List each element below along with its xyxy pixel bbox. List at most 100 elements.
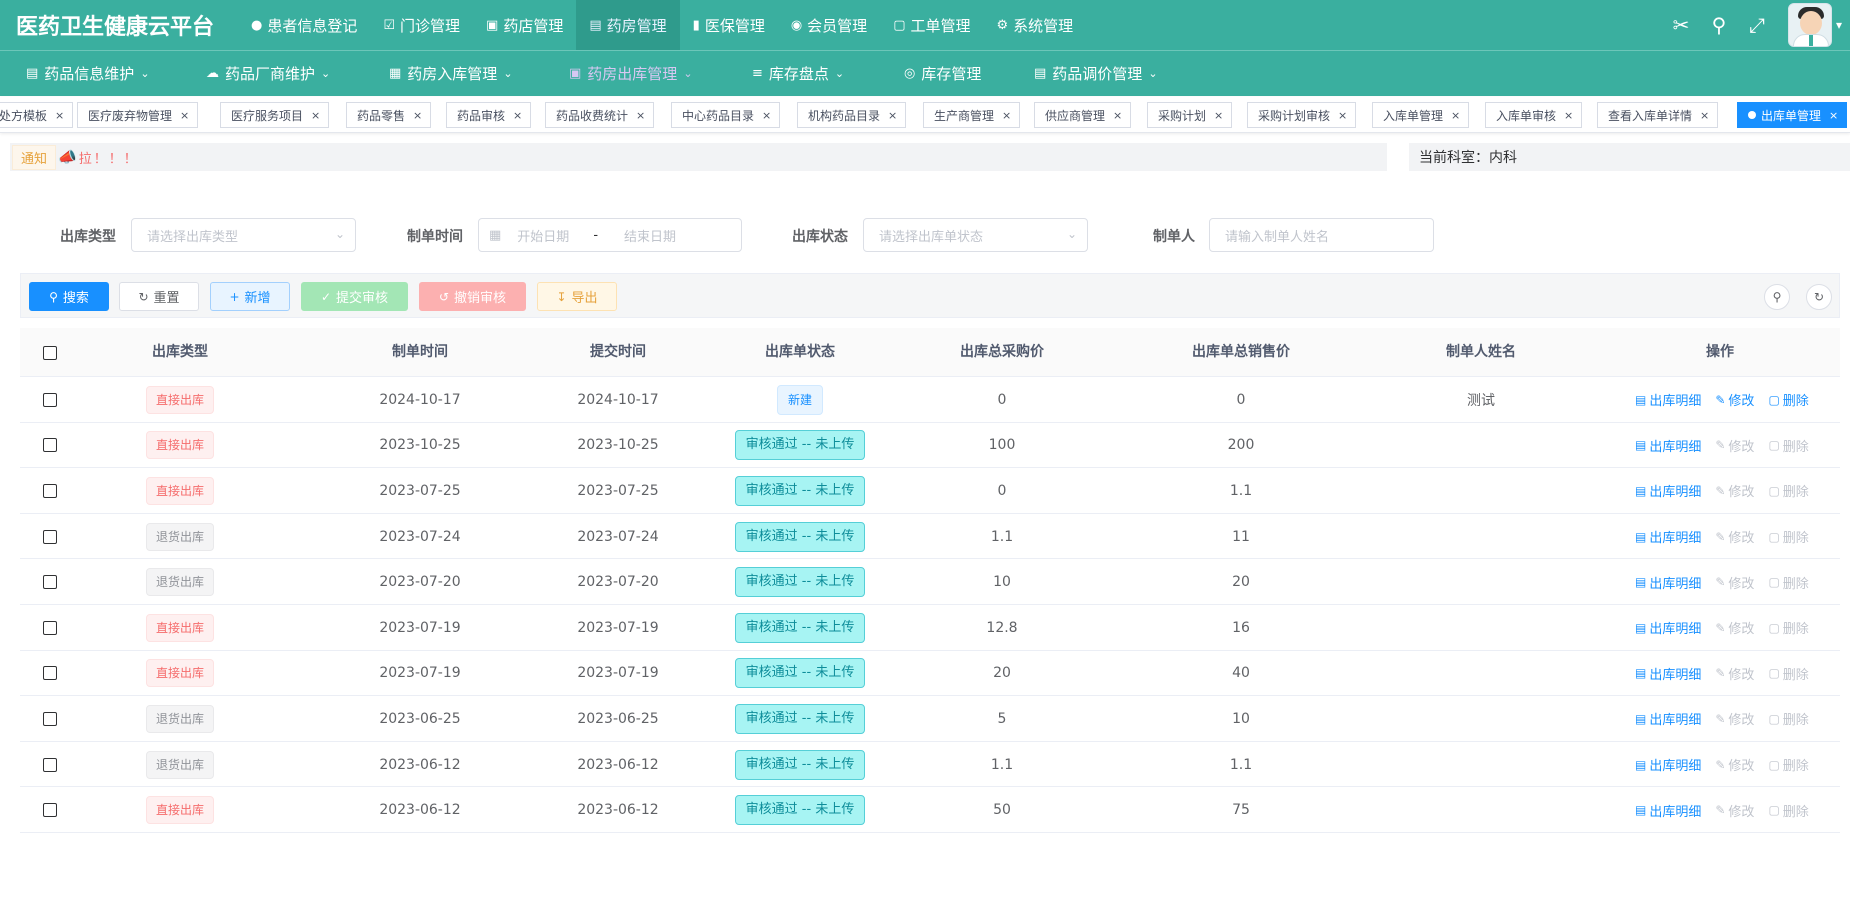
close-icon[interactable]: × — [513, 109, 522, 122]
search-icon[interactable]: ⚲ — [1700, 13, 1738, 37]
close-icon[interactable]: × — [311, 109, 320, 122]
edit-button[interactable]: ✎ 修改 — [1715, 481, 1754, 501]
detail-button[interactable]: ▤ 出库明细 — [1635, 618, 1701, 638]
sub-nav-item-inventory[interactable]: ◎ 库存管理 — [904, 51, 981, 97]
top-nav-item-insurance[interactable]: ▮ 医保管理 — [680, 0, 778, 50]
tag-item[interactable]: 处方模板 × — [0, 102, 74, 128]
row-checkbox[interactable] — [43, 392, 57, 407]
close-icon[interactable]: × — [1451, 109, 1460, 122]
top-nav-item-member[interactable]: ◉ 会员管理 — [778, 0, 880, 50]
select-all-checkbox[interactable] — [43, 345, 57, 360]
edit-button[interactable]: ✎ 修改 — [1715, 390, 1754, 410]
row-checkbox[interactable] — [43, 483, 57, 498]
top-nav-item-patient[interactable]: ● 患者信息登记 — [238, 0, 370, 50]
close-icon[interactable]: × — [1564, 109, 1573, 122]
top-nav-item-outpatient[interactable]: ☑ 门诊管理 — [370, 0, 473, 50]
type-select[interactable]: 请选择出库类型 ⌄ — [131, 218, 356, 252]
search-button[interactable]: ⚲ 搜索 — [29, 282, 109, 311]
tag-item-active[interactable]: 出库单管理 × — [1737, 102, 1848, 128]
row-checkbox[interactable] — [43, 711, 57, 726]
delete-button[interactable]: ▢ 删除 — [1768, 481, 1808, 501]
row-checkbox[interactable] — [43, 438, 57, 453]
close-icon[interactable]: × — [762, 109, 771, 122]
creator-input[interactable]: 请输入制单人姓名 — [1209, 218, 1434, 252]
close-icon[interactable]: × — [1829, 109, 1838, 122]
close-icon[interactable]: × — [1214, 109, 1223, 122]
detail-button[interactable]: ▤ 出库明细 — [1635, 481, 1701, 501]
delete-button[interactable]: ▢ 删除 — [1768, 709, 1808, 729]
tag-item[interactable]: 生产商管理 × — [923, 102, 1021, 128]
close-icon[interactable]: × — [180, 109, 189, 122]
delete-button[interactable]: ▢ 删除 — [1768, 390, 1808, 410]
close-icon[interactable]: × — [636, 109, 645, 122]
close-icon[interactable]: × — [1700, 109, 1709, 122]
avatar[interactable] — [1788, 3, 1832, 47]
tag-item[interactable]: 供应商管理 × — [1034, 102, 1132, 128]
sub-nav-item-inventory-check[interactable]: ≡ 库存盘点 ⌄ — [752, 51, 844, 97]
revoke-review-button[interactable]: ↺ 撤销审核 — [419, 282, 526, 311]
edit-button[interactable]: ✎ 修改 — [1715, 573, 1754, 592]
close-icon[interactable]: × — [55, 109, 64, 122]
status-select[interactable]: 请选择出库单状态 ⌄ — [863, 218, 1088, 252]
close-icon[interactable]: × — [413, 109, 422, 122]
detail-button[interactable]: ▤ 出库明细 — [1635, 390, 1701, 410]
close-icon[interactable]: × — [1338, 109, 1347, 122]
tag-item[interactable]: 入库单管理 × — [1372, 102, 1470, 128]
edit-button[interactable]: ✎ 修改 — [1715, 618, 1754, 638]
delete-button[interactable]: ▢ 删除 — [1768, 664, 1808, 683]
edit-button[interactable]: ✎ 修改 — [1715, 664, 1754, 683]
row-checkbox[interactable] — [43, 620, 57, 635]
toggle-search-icon[interactable]: ⚲ — [1764, 284, 1790, 310]
edit-button[interactable]: ✎ 修改 — [1715, 709, 1754, 729]
top-nav-item-system[interactable]: ⚙ 系统管理 — [984, 0, 1087, 50]
detail-button[interactable]: ▤ 出库明细 — [1635, 436, 1701, 455]
date-range-picker[interactable]: ▦ 开始日期 - 结束日期 — [478, 218, 742, 252]
fullscreen-icon[interactable]: ⤢ — [1738, 13, 1776, 37]
row-checkbox[interactable] — [43, 803, 57, 818]
tag-item[interactable]: 查看入库单详情 × — [1597, 102, 1719, 128]
tag-item[interactable]: 入库单审核 × — [1485, 102, 1583, 128]
delete-button[interactable]: ▢ 删除 — [1768, 755, 1808, 775]
row-checkbox[interactable] — [43, 757, 57, 772]
sub-nav-item-stock-out[interactable]: ▣ 药房出库管理 ⌄ — [569, 51, 693, 97]
detail-button[interactable]: ▤ 出库明细 — [1635, 709, 1701, 729]
row-checkbox[interactable] — [43, 666, 57, 681]
detail-button[interactable]: ▤ 出库明细 — [1635, 664, 1701, 683]
delete-button[interactable]: ▢ 删除 — [1768, 618, 1808, 638]
row-checkbox[interactable] — [43, 575, 57, 590]
sub-nav-item-price-adjust[interactable]: ▤ 药品调价管理 ⌄ — [1034, 51, 1158, 97]
row-checkbox[interactable] — [43, 529, 57, 544]
sub-nav-item-drug-info[interactable]: ▤ 药品信息维护 ⌄ — [26, 51, 150, 97]
sub-nav-item-stock-in[interactable]: ▦ 药房入库管理 ⌄ — [389, 51, 513, 97]
edit-button[interactable]: ✎ 修改 — [1715, 755, 1754, 775]
tag-item[interactable]: 药品零售 × — [346, 102, 432, 128]
edit-button[interactable]: ✎ 修改 — [1715, 436, 1754, 455]
export-button[interactable]: ↧ 导出 — [537, 282, 617, 311]
tag-item[interactable]: 中心药品目录 × — [671, 102, 781, 128]
add-button[interactable]: + 新增 — [210, 282, 290, 311]
scissors-icon[interactable]: ✂ — [1662, 13, 1700, 37]
delete-button[interactable]: ▢ 删除 — [1768, 436, 1808, 455]
refresh-table-icon[interactable]: ↻ — [1806, 284, 1832, 310]
sub-nav-item-manufacturer[interactable]: ☁ 药品厂商维护 ⌄ — [206, 51, 330, 97]
tag-item[interactable]: 采购计划 × — [1147, 102, 1233, 128]
tag-item[interactable]: 机构药品目录 × — [797, 102, 907, 128]
edit-button[interactable]: ✎ 修改 — [1715, 527, 1754, 547]
delete-button[interactable]: ▢ 删除 — [1768, 527, 1808, 547]
detail-button[interactable]: ▤ 出库明细 — [1635, 755, 1701, 775]
detail-button[interactable]: ▤ 出库明细 — [1635, 527, 1701, 547]
tag-item[interactable]: 采购计划审核 × — [1247, 102, 1357, 128]
submit-review-button[interactable]: ✓ 提交审核 — [301, 282, 408, 311]
top-nav-item-drugstore[interactable]: ▣ 药店管理 — [473, 0, 576, 50]
close-icon[interactable]: × — [1002, 109, 1011, 122]
tag-item[interactable]: 药品审核 × — [446, 102, 532, 128]
tag-item[interactable]: 医疗废弃物管理 × — [77, 102, 199, 128]
top-nav-item-pharmacy[interactable]: ▤ 药房管理 — [576, 0, 680, 50]
app-title[interactable]: 医药卫生健康云平台 — [0, 9, 238, 41]
delete-button[interactable]: ▢ 删除 — [1768, 573, 1808, 592]
edit-button[interactable]: ✎ 修改 — [1715, 801, 1754, 820]
caret-down-icon[interactable]: ▾ — [1836, 18, 1850, 32]
detail-button[interactable]: ▤ 出库明细 — [1635, 801, 1701, 820]
tag-item[interactable]: 药品收费统计 × — [545, 102, 655, 128]
top-nav-item-ticket[interactable]: ▢ 工单管理 — [880, 0, 983, 50]
